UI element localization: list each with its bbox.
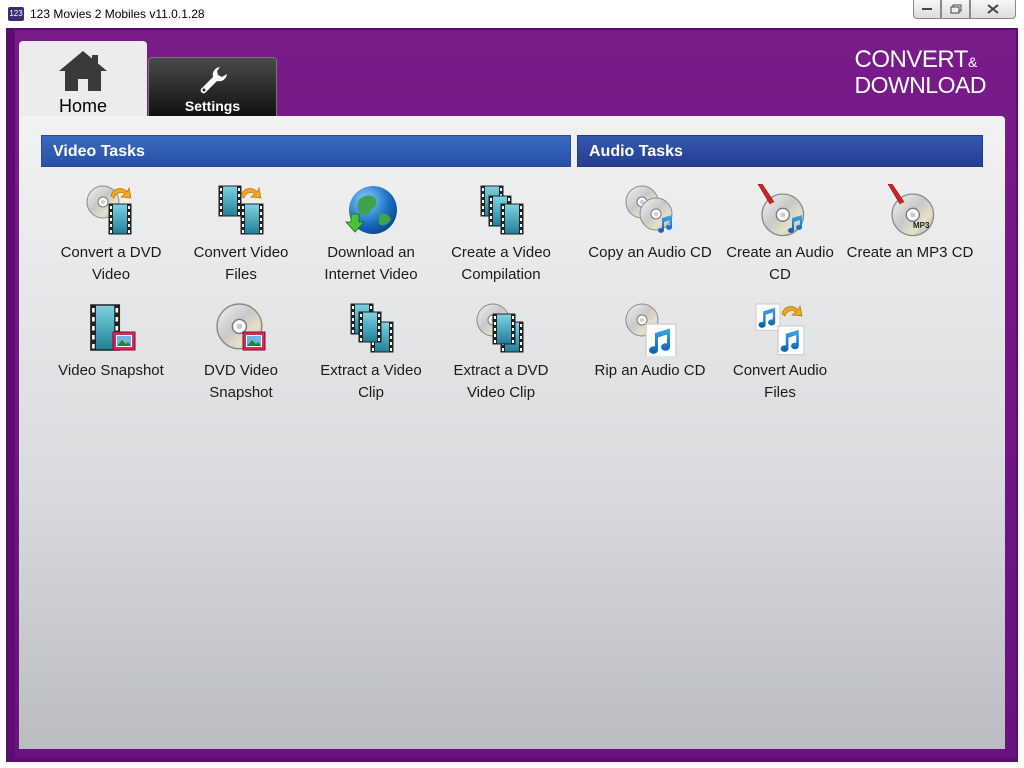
- task-rip-audio-cd[interactable]: Rip an Audio CD: [585, 302, 715, 417]
- task-dvd-video-snapshot[interactable]: DVD Video Snapshot: [176, 302, 306, 417]
- task-create-mp3-cd[interactable]: MP3 Create an MP3 CD: [845, 184, 975, 299]
- close-button[interactable]: [970, 0, 1016, 19]
- task-convert-video-files[interactable]: Convert Video Files: [176, 184, 306, 299]
- task-label: Extract a Video Clip: [320, 362, 422, 401]
- globe-download-icon: [345, 186, 397, 234]
- film-extract-icon: [350, 303, 394, 353]
- cd-copy-icon: [625, 185, 673, 233]
- maximize-button[interactable]: [941, 0, 970, 19]
- task-label: Convert Audio Files: [732, 362, 828, 401]
- task-create-audio-cd[interactable]: Create an Audio CD: [715, 184, 845, 299]
- task-convert-dvd-video[interactable]: Convert a DVD Video: [46, 184, 176, 299]
- task-extract-dvd-video-clip[interactable]: Extract a DVD Video Clip: [436, 302, 566, 417]
- minimize-icon: [922, 8, 932, 10]
- mp3-cd-burn-icon: MP3: [887, 184, 935, 237]
- cd-rip-icon: [625, 303, 677, 356]
- tab-home-label: Home: [58, 96, 107, 116]
- task-create-video-compilation[interactable]: Create a Video Compilation: [436, 184, 566, 299]
- mp3-disc-label: MP3: [913, 221, 930, 230]
- task-label: Create a Video Compilation: [451, 244, 551, 283]
- dvd-photo-icon: [216, 303, 266, 351]
- film-stack-icon: [480, 185, 524, 235]
- task-label: Copy an Audio CD: [588, 244, 712, 261]
- logo-ampersand: &: [967, 54, 977, 70]
- minimize-button[interactable]: [913, 0, 941, 19]
- task-convert-audio-files[interactable]: Convert Audio Files: [715, 302, 845, 417]
- close-icon: [987, 4, 999, 14]
- logo-line2: DOWNLOAD: [854, 72, 987, 98]
- cd-burn-icon: [757, 184, 805, 237]
- task-label: Video Snapshot: [58, 362, 164, 379]
- tab-home[interactable]: Home: [19, 41, 147, 126]
- home-panel: Video Tasks Audio Tasks Convert a DVD Vi…: [19, 116, 1005, 749]
- tab-settings-label: Settings: [184, 98, 241, 114]
- film-convert-icon: [218, 185, 264, 235]
- task-label: DVD Video Snapshot: [204, 362, 278, 401]
- logo-line1: CONVERT: [854, 46, 969, 73]
- wrench-icon: [200, 67, 227, 94]
- task-label: Download an Internet Video: [324, 244, 418, 283]
- tab-settings[interactable]: Settings: [148, 57, 277, 116]
- task-label: Convert a DVD Video: [60, 244, 162, 283]
- audio-tasks-header: Audio Tasks: [577, 135, 983, 167]
- app-icon: 123: [8, 7, 24, 21]
- task-label: Extract a DVD Video Clip: [453, 362, 549, 401]
- task-download-internet-video[interactable]: Download an Internet Video: [306, 184, 436, 299]
- task-extract-video-clip[interactable]: Extract a Video Clip: [306, 302, 436, 417]
- task-label: Create an MP3 CD: [846, 244, 974, 261]
- house-icon: [59, 51, 107, 91]
- restore-icon: [950, 4, 961, 14]
- video-tasks-header: Video Tasks: [41, 135, 571, 167]
- dvd-film-extract-icon: [476, 303, 524, 353]
- film-photo-icon: [90, 304, 136, 351]
- task-label: Convert Video Files: [193, 244, 289, 283]
- task-copy-audio-cd[interactable]: Copy an Audio CD: [585, 184, 715, 299]
- convert-download-logo: CONVERT& DOWNLOAD: [854, 46, 987, 98]
- task-label: Create an Audio CD: [726, 244, 834, 283]
- window-title: 123 Movies 2 Mobiles v11.0.1.28: [30, 7, 205, 21]
- title-bar: 123 123 Movies 2 Mobiles v11.0.1.28: [0, 0, 1024, 28]
- dvd-to-film-icon: [86, 185, 132, 235]
- task-video-snapshot[interactable]: Video Snapshot: [46, 302, 176, 417]
- task-label: Rip an Audio CD: [594, 362, 706, 379]
- audio-convert-icon: [755, 303, 805, 356]
